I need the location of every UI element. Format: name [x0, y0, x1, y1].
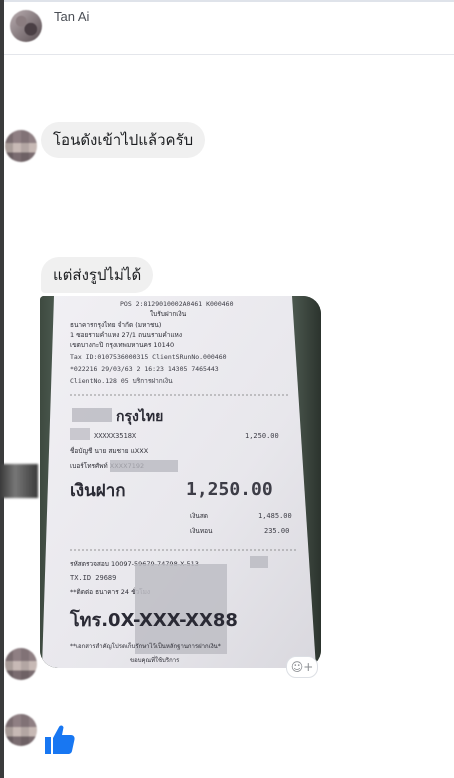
header-divider	[4, 0, 454, 2]
contact-name[interactable]: Tan Ai	[54, 9, 89, 24]
receipt-line: ธนาคารกรุงไทย จำกัด (มหาชน)	[70, 321, 161, 329]
receipt-tx-id: TX.ID 29689	[70, 574, 116, 582]
conversation-header: Tan Ai	[4, 0, 454, 55]
receipt-line: POS 2:8129010002A0461 K000460	[120, 300, 234, 308]
redacted-block	[250, 556, 268, 568]
receipt-line: Tax ID:0107536000315 ClientSRunNo.000460	[70, 353, 227, 361]
receipt-cash-value: 1,485.00	[258, 512, 292, 520]
sender-avatar[interactable]	[5, 648, 37, 680]
receipt-line: 1 ซอยรามคำแหง 27/1 ถนนรามคำแหง	[70, 331, 182, 339]
receipt-line: *022216 29/03/63 2 16:23 14305 7465443	[70, 365, 219, 373]
contact-avatar[interactable]	[10, 10, 42, 42]
receipt-photo-image: POS 2:8129010002A0461 K000460 ใบรับฝากเง…	[40, 296, 321, 668]
message-bubble[interactable]: แต่ส่งรูปไม่ได้	[41, 257, 154, 293]
receipt-photo-attachment[interactable]: POS 2:8129010002A0461 K000460 ใบรับฝากเง…	[40, 296, 321, 668]
redacted-block	[110, 460, 178, 472]
sender-avatar[interactable]	[5, 714, 37, 746]
receipt-footer-note: **เอกสารสำคัญโปรดเก็บรักษาไว้เป็นหลักฐาน…	[70, 641, 221, 650]
message-bubble[interactable]: โอนดังเข้าไปแล้วครับ	[41, 122, 206, 158]
left-edge-rail	[0, 0, 4, 778]
receipt-amount-small: 1,250.00	[245, 432, 279, 440]
receipt-deposit-amount: 1,250.00	[186, 479, 273, 500]
receipt-line: ClientNo.128 05 บริการฝากเงิน	[70, 377, 173, 385]
receipt-cash-label: เงินสด	[190, 512, 208, 520]
blurred-side-fragment	[0, 464, 38, 498]
receipt-change-label: เงินทอน	[190, 527, 213, 535]
thumbs-up-icon[interactable]	[41, 722, 77, 758]
redacted-block	[135, 564, 227, 654]
receipt-change-value: 235.00	[264, 527, 289, 535]
receipt-bank-name: กรุงไทย	[116, 407, 163, 425]
redacted-block	[70, 428, 90, 440]
add-reaction-button[interactable]: ☺+	[286, 656, 318, 678]
receipt-line: เขตบางกะปิ กรุงเทพมหานคร 10140	[70, 341, 174, 349]
sender-avatar[interactable]	[5, 130, 37, 162]
receipt-line: ใบรับฝากเงิน	[150, 310, 187, 318]
receipt-account-name: ชื่อบัญชี นาย สมชาย แXXX	[70, 446, 149, 455]
redacted-block	[72, 408, 112, 422]
receipt-account: XXXXX3518X	[94, 432, 137, 440]
receipt-telephone: โทร.0X-XXX-XX88	[69, 609, 238, 631]
smiley-plus-icon: ☺+	[290, 660, 314, 674]
receipt-deposit-label: เงินฝาก	[70, 481, 126, 501]
receipt-footer-thanks: ขอบคุณที่ใช้บริการ	[130, 656, 180, 664]
